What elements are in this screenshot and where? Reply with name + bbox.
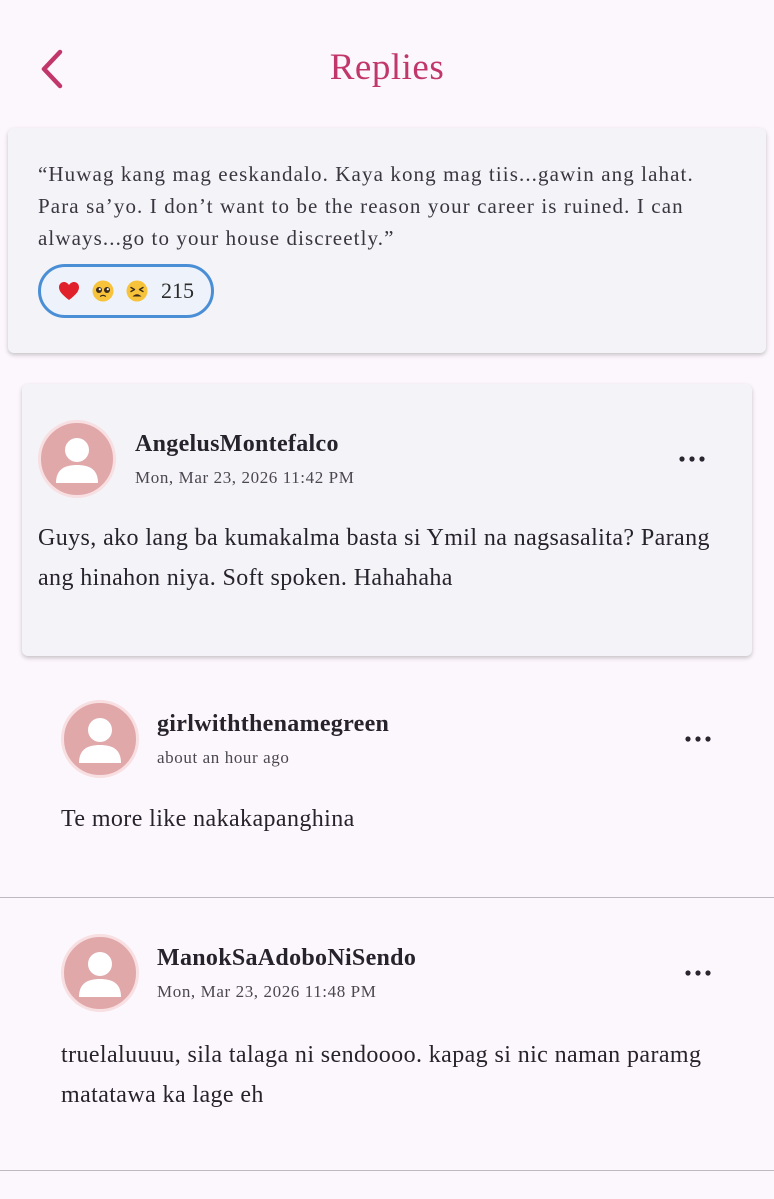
avatar[interactable]: [61, 934, 139, 1012]
reply-timestamp: about an hour ago: [157, 748, 290, 767]
divider: [0, 1170, 774, 1171]
reply-timestamp: Mon, Mar 23, 2026 11:48 PM: [157, 982, 377, 1001]
more-options-button[interactable]: [672, 444, 712, 474]
tired-face-emoji: [126, 280, 148, 302]
more-horizontal-icon: [679, 456, 705, 462]
user-placeholder-icon: [56, 438, 98, 483]
reply-body: Te more like nakakapanghina: [61, 806, 355, 832]
comment-username[interactable]: AngelusMontefalco: [135, 431, 339, 458]
more-options-button[interactable]: [678, 958, 718, 988]
reaction-count: 215: [161, 278, 194, 303]
avatar[interactable]: [61, 700, 139, 778]
comment-timestamp: Mon, Mar 23, 2026 11:42 PM: [135, 468, 355, 487]
page-title: Replies: [329, 47, 445, 88]
pleading-face-emoji: [92, 280, 114, 302]
app-header: Replies: [0, 0, 774, 130]
quote-card: “Huwag kang mag eeskandalo. Kaya kong ma…: [8, 128, 766, 353]
main-comment-card: AngelusMontefalco Mon, Mar 23, 2026 11:4…: [22, 384, 752, 656]
avatar[interactable]: [38, 420, 116, 498]
reply-username[interactable]: girlwiththenamegreen: [157, 711, 389, 738]
reaction-button[interactable]: 215: [38, 264, 214, 318]
reply-item: ManokSaAdoboNiSendo Mon, Mar 23, 2026 11…: [0, 898, 774, 1170]
more-horizontal-icon: [685, 970, 711, 976]
user-placeholder-icon: [79, 952, 121, 997]
user-placeholder-icon: [79, 718, 121, 763]
red-heart-emoji: [59, 282, 79, 300]
more-options-button[interactable]: [678, 724, 718, 754]
reply-username[interactable]: ManokSaAdoboNiSendo: [157, 945, 416, 972]
reply-item: girlwiththenamegreen about an hour ago T…: [0, 660, 774, 898]
quote-text: “Huwag kang mag eeskandalo. Kaya kong ma…: [38, 162, 694, 250]
comment-body: Guys, ako lang ba kumakalma basta si Ymi…: [38, 525, 710, 591]
reply-body: truelaluuuu, sila talaga ni sendoooo. ka…: [61, 1042, 702, 1108]
more-horizontal-icon: [685, 736, 711, 742]
